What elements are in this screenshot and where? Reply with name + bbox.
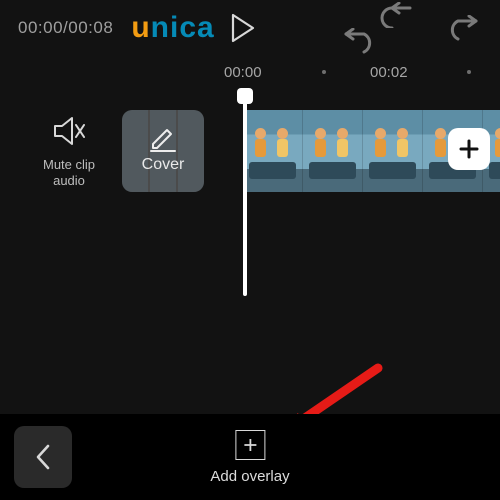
add-clip-button[interactable] (448, 128, 490, 170)
add-overlay-button[interactable]: Add overlay (210, 430, 289, 485)
playhead[interactable] (243, 96, 247, 296)
timeline[interactable]: Mute clip audio Cover (0, 96, 500, 216)
back-button[interactable] (14, 426, 72, 488)
bottom-bar: Add overlay (0, 414, 500, 500)
clip-frame (363, 110, 423, 192)
ruler-tick-1: 00:02 (370, 64, 408, 81)
chevron-left-icon (33, 443, 53, 471)
plus-box-icon (235, 430, 265, 460)
clip-frame (243, 110, 303, 192)
mute-clip-audio-button[interactable]: Mute clip audio (28, 116, 110, 190)
cover-label: Cover (142, 156, 185, 174)
plus-icon (458, 138, 480, 160)
clip-frame (303, 110, 363, 192)
timecode: 00:00/00:08 (18, 18, 113, 38)
add-overlay-label: Add overlay (210, 468, 289, 485)
ruler-dot (467, 70, 471, 74)
top-bar: 00:00/00:08 unica (0, 0, 500, 56)
undo-icon[interactable] (378, 2, 416, 54)
speaker-mute-icon (52, 116, 86, 146)
ruler-dot (322, 70, 326, 74)
play-button[interactable] (229, 13, 255, 43)
ruler-tick-0: 00:00 (224, 64, 262, 81)
mute-label: Mute clip audio (28, 157, 110, 190)
edit-icon (149, 128, 177, 152)
redo-icon[interactable] (444, 15, 482, 41)
brand-logo: unica (131, 11, 214, 45)
cover-button[interactable]: Cover (122, 110, 204, 192)
